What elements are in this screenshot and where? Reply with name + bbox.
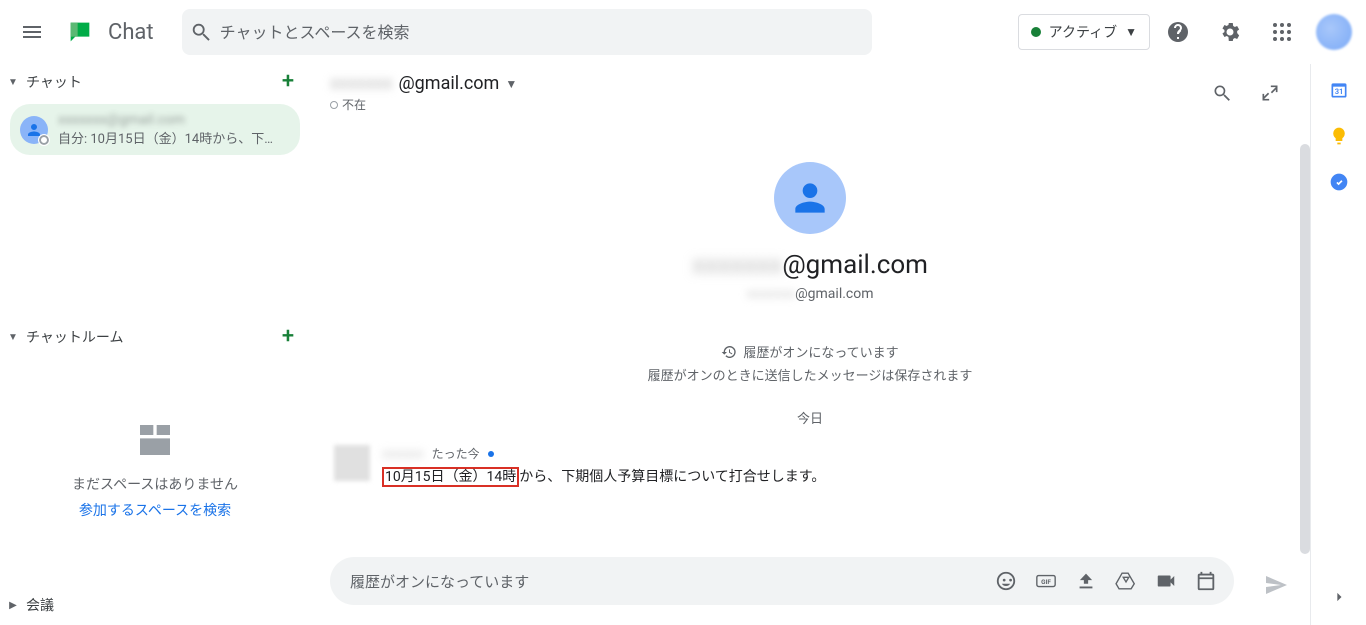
keep-app-icon[interactable] [1329,126,1349,150]
drive-icon[interactable] [1108,563,1144,599]
send-icon[interactable] [1258,567,1294,603]
search-bar[interactable] [182,9,872,55]
conversation-body: xxxxxxx@gmail.com xxxxxxx@gmail.com 履歴がオ… [310,122,1310,545]
status-label: アクティブ [1049,22,1117,42]
chat-logo-icon [60,12,100,52]
sidebar-rooms-label: チャットルーム [26,327,276,347]
new-room-icon[interactable]: + [276,325,300,349]
sidebar-chats-label: チャット [26,72,276,92]
apps-grid-icon[interactable] [1258,8,1306,56]
conversation-pane: xxxxxxx@gmail.com ▼ 不在 xxxxxxx@gmail.com… [310,64,1310,625]
new-chat-icon[interactable]: + [276,70,300,94]
account-avatar[interactable] [1310,8,1358,56]
search-in-conversation-icon[interactable] [1202,73,1242,113]
history-icon [721,344,737,360]
chat-list-item[interactable]: xxxxxxx@gmail.com 自分: 10月15日（金）14時から、下… [10,104,300,155]
contact-display-name: xxxxxxx@gmail.com [692,250,928,280]
rooms-search-link[interactable]: 参加するスペースを検索 [79,500,231,520]
message-composer[interactable]: 履歴がオンになっています GIF [330,557,1234,605]
emoji-icon[interactable] [988,563,1024,599]
settings-icon[interactable] [1206,8,1254,56]
sidebar-chats-header[interactable]: ▼ チャット + [0,64,310,100]
sidebar-rooms-header[interactable]: ▼ チャットルーム + [0,319,310,355]
tasks-app-icon[interactable] [1329,172,1349,196]
scrollbar[interactable] [1300,144,1310,554]
side-panel-rail: 31 [1310,64,1366,625]
chevron-down-icon: ▼ [1125,25,1137,39]
video-call-icon[interactable] [1148,563,1184,599]
presence-away-icon [38,134,50,146]
sidebar-meetings-header[interactable]: ▶ 会議 [0,589,310,621]
caret-right-icon: ▶ [8,600,18,611]
svg-text:GIF: GIF [1041,578,1051,586]
collapse-icon[interactable] [1250,73,1290,113]
message-time: たった今 [432,445,480,462]
gif-icon[interactable]: GIF [1028,563,1064,599]
presence-away-icon [330,101,338,109]
chevron-down-icon[interactable]: ▼ [505,77,517,91]
conversation-header: xxxxxxx@gmail.com ▼ 不在 [310,64,1310,122]
new-message-dot-icon [488,451,494,457]
chat-item-preview: 自分: 10月15日（金）14時から、下… [58,128,290,147]
message-highlight: 10月15日（金）14時 [382,467,519,487]
conversation-title[interactable]: xxxxxxx@gmail.com ▼ [330,73,517,94]
help-icon[interactable] [1154,8,1202,56]
caret-down-icon: ▼ [8,332,18,343]
app-title: Chat [108,20,154,45]
rooms-empty-state: まだスペースはありません 参加するスペースを検索 [0,355,310,585]
message-row: xxxxxx たった今 10月15日（金）14時から、下期個人予算目標について打… [330,445,1290,486]
history-status-row: 履歴がオンになっています [721,342,898,361]
presence-dot-icon [1031,27,1041,37]
conversation-presence: 不在 [330,96,517,113]
message-avatar [334,445,370,481]
chat-item-name: xxxxxxx@gmail.com [58,112,290,128]
spaces-empty-icon [135,420,175,460]
caret-down-icon: ▼ [8,77,18,88]
composer-placeholder: 履歴がオンになっています [350,571,984,592]
message-text: 10月15日（金）14時から、下期個人予算目標について打合せします。 [382,466,825,486]
app-header: Chat アクティブ ▼ [0,0,1366,64]
history-description: 履歴がオンのときに送信したメッセージは保存されます [648,365,973,384]
side-panel-collapse-icon[interactable] [1323,581,1355,613]
search-input[interactable] [220,23,864,42]
sidebar: ▼ チャット + xxxxxxx@gmail.com 自分: 10月15日（金）… [0,64,310,625]
message-sender: xxxxxx たった今 [382,445,825,462]
contact-email: xxxxxxx@gmail.com [746,286,873,302]
status-pill[interactable]: アクティブ ▼ [1018,14,1150,50]
rooms-empty-text: まだスペースはありません [72,474,238,494]
avatar-icon [20,116,48,144]
search-icon [190,21,212,43]
main-menu-icon[interactable] [8,8,56,56]
calendar-app-icon[interactable]: 31 [1329,80,1349,104]
contact-avatar-large [774,162,846,234]
upload-icon[interactable] [1068,563,1104,599]
svg-text:31: 31 [1334,87,1343,96]
calendar-icon[interactable] [1188,563,1224,599]
date-divider: 今日 [797,408,823,427]
sidebar-meetings-label: 会議 [26,595,300,615]
